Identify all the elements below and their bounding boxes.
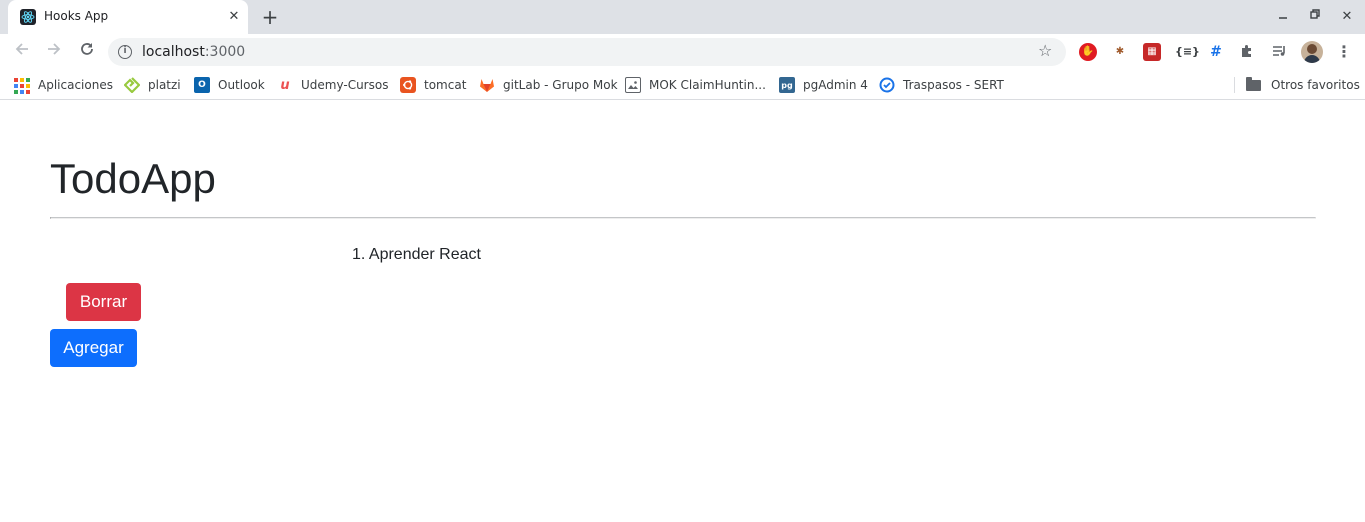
reload-icon[interactable] [75, 40, 99, 64]
udemy-icon: u [280, 77, 290, 93]
bookmark-outlook[interactable]: O Outlook [194, 76, 265, 94]
close-window-icon[interactable]: ✕ [1338, 8, 1356, 26]
apps-grid-icon [14, 77, 30, 94]
bookmark-star-icon[interactable]: ☆ [1038, 41, 1052, 60]
bookmark-label: platzi [148, 78, 181, 92]
bookmark-label: MOK ClaimHuntin... [649, 78, 766, 92]
bookmark-other-favorites[interactable]: Otros favoritos [1246, 76, 1360, 94]
gitlab-icon [479, 77, 495, 93]
sert-icon [879, 77, 895, 93]
url-host: localhost [142, 44, 205, 60]
todo-list: 1. Aprender React [352, 244, 481, 266]
bookmark-label: gitLab - Grupo Mok [503, 78, 618, 92]
react-icon [20, 9, 36, 25]
bookmark-pgadmin[interactable]: pg pgAdmin 4 [779, 76, 868, 94]
ubuntu-icon [400, 77, 416, 93]
page-title: TodoApp [50, 155, 216, 202]
media-control-icon[interactable] [1270, 43, 1288, 61]
page-content: TodoApp 1. Aprender React Borrar Agregar [0, 101, 1365, 522]
folder-icon [1246, 76, 1261, 91]
bookmark-tomcat[interactable]: tomcat [400, 76, 466, 94]
restore-icon[interactable] [1306, 8, 1324, 26]
outlook-icon: O [194, 77, 210, 93]
bookmark-label: Traspasos - SERT [903, 78, 1004, 92]
bookmark-label: Udemy-Cursos [301, 78, 389, 92]
todo-item: 1. Aprender React [352, 246, 481, 263]
browser-toolbar: i localhost:3000 ☆ ✋ ✱ ▦ {≡} # ⋮ [0, 34, 1365, 70]
tab-title: Hooks App [44, 9, 109, 23]
url-port: :3000 [204, 44, 246, 60]
forward-icon[interactable] [42, 40, 66, 64]
extension-red-icon[interactable]: ▦ [1143, 43, 1161, 61]
bookmark-udemy[interactable]: u Udemy-Cursos [277, 76, 388, 94]
bookmark-label: Otros favoritos [1271, 78, 1360, 92]
json-extension-icon[interactable]: {≡} [1175, 43, 1200, 61]
chrome-menu-icon[interactable]: ⋮ [1336, 43, 1352, 61]
bug-extension-icon[interactable]: ✱ [1111, 43, 1129, 61]
bookmark-mok-claimhunting[interactable]: MOK ClaimHuntin... [625, 76, 766, 94]
close-tab-icon[interactable]: ✕ [226, 9, 242, 25]
profile-avatar[interactable] [1301, 41, 1323, 63]
title-divider [50, 217, 1316, 219]
bookmark-label: pgAdmin 4 [803, 78, 868, 92]
adblock-extension-icon[interactable]: ✋ [1079, 43, 1097, 61]
bookmarks-bar: Aplicaciones platzi O Outlook u Udemy-Cu… [0, 70, 1365, 100]
add-button[interactable]: Agregar [50, 329, 137, 367]
bookmark-platzi[interactable]: platzi [124, 76, 181, 94]
bookmark-apps[interactable]: Aplicaciones [14, 76, 113, 94]
grid-extension-icon[interactable]: # [1207, 43, 1225, 61]
bookmark-traspasos-sert[interactable]: Traspasos - SERT [879, 76, 1004, 94]
bookmark-label: Outlook [218, 78, 265, 92]
address-bar[interactable]: i localhost:3000 ☆ [108, 38, 1066, 66]
platzi-icon [124, 77, 140, 93]
minimize-icon[interactable] [1274, 8, 1292, 26]
tab-strip: Hooks App ✕ + ✕ [0, 0, 1365, 34]
bookmark-label: tomcat [424, 78, 467, 92]
new-tab-button[interactable]: + [258, 5, 282, 29]
site-info-icon[interactable]: i [118, 45, 132, 59]
bookmark-gitlab[interactable]: gitLab - Grupo Mok [479, 76, 618, 94]
image-icon [625, 77, 641, 93]
url-text: localhost:3000 [142, 44, 245, 60]
tab-hooks-app[interactable]: Hooks App ✕ [8, 0, 248, 34]
back-icon[interactable] [10, 40, 34, 64]
extensions-puzzle-icon[interactable] [1238, 43, 1256, 61]
pgadmin-icon: pg [779, 77, 795, 93]
bookmark-label: Aplicaciones [38, 78, 113, 92]
delete-button[interactable]: Borrar [66, 283, 141, 321]
bookmarks-separator [1234, 77, 1235, 93]
